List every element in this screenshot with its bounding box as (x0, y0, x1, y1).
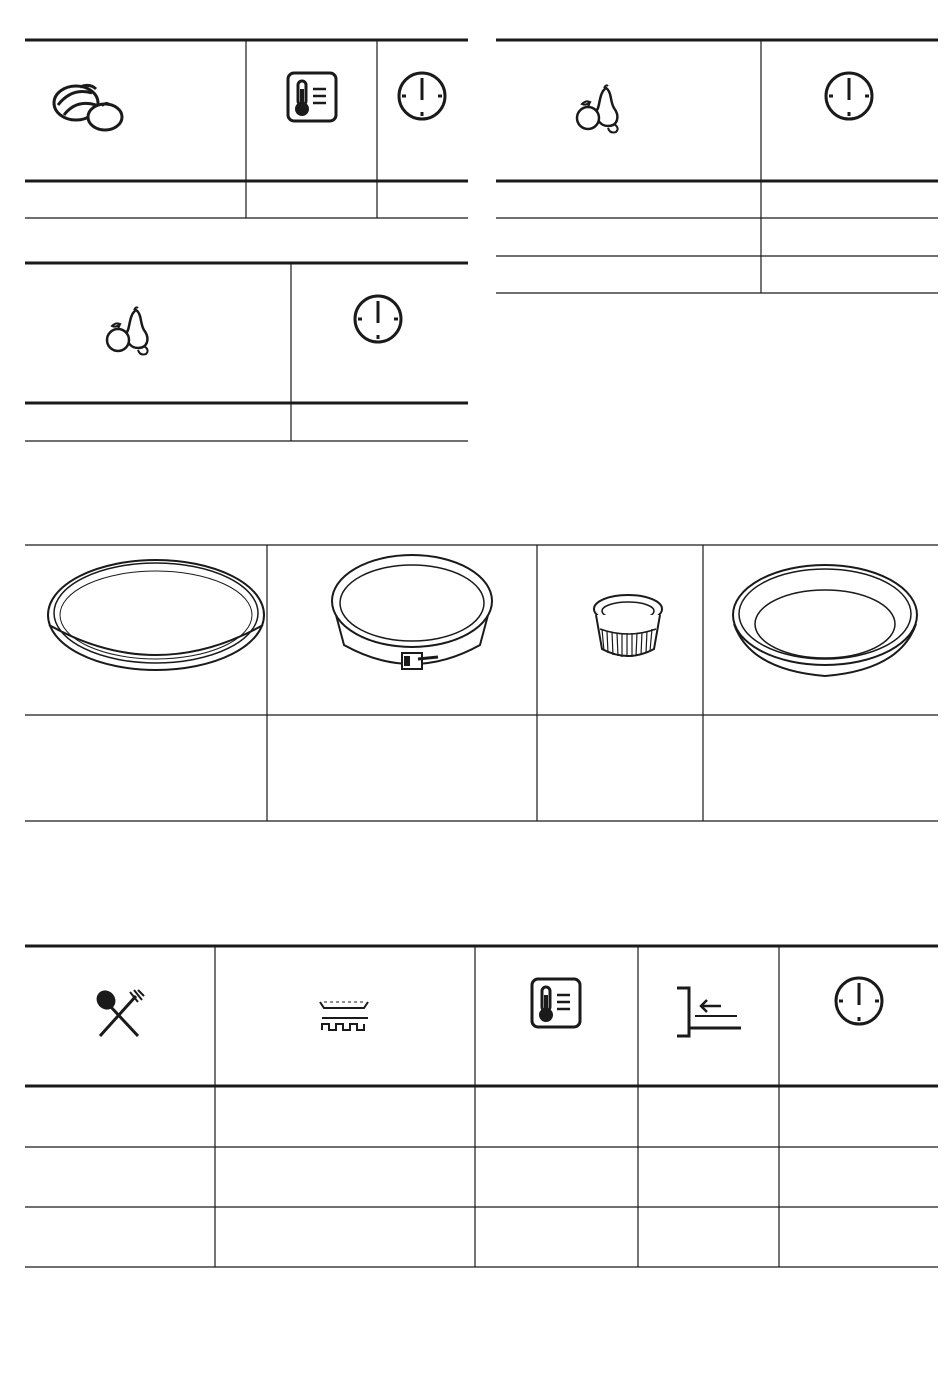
temperature-icon (530, 977, 582, 1034)
table-cooking-grid (25, 944, 938, 1268)
grill-tray-icon (318, 998, 372, 1043)
clock-icon (833, 975, 885, 1032)
cutlery-icon (92, 988, 146, 1047)
table-cooking (0, 0, 950, 1280)
shelf-position-icon (675, 986, 745, 1045)
